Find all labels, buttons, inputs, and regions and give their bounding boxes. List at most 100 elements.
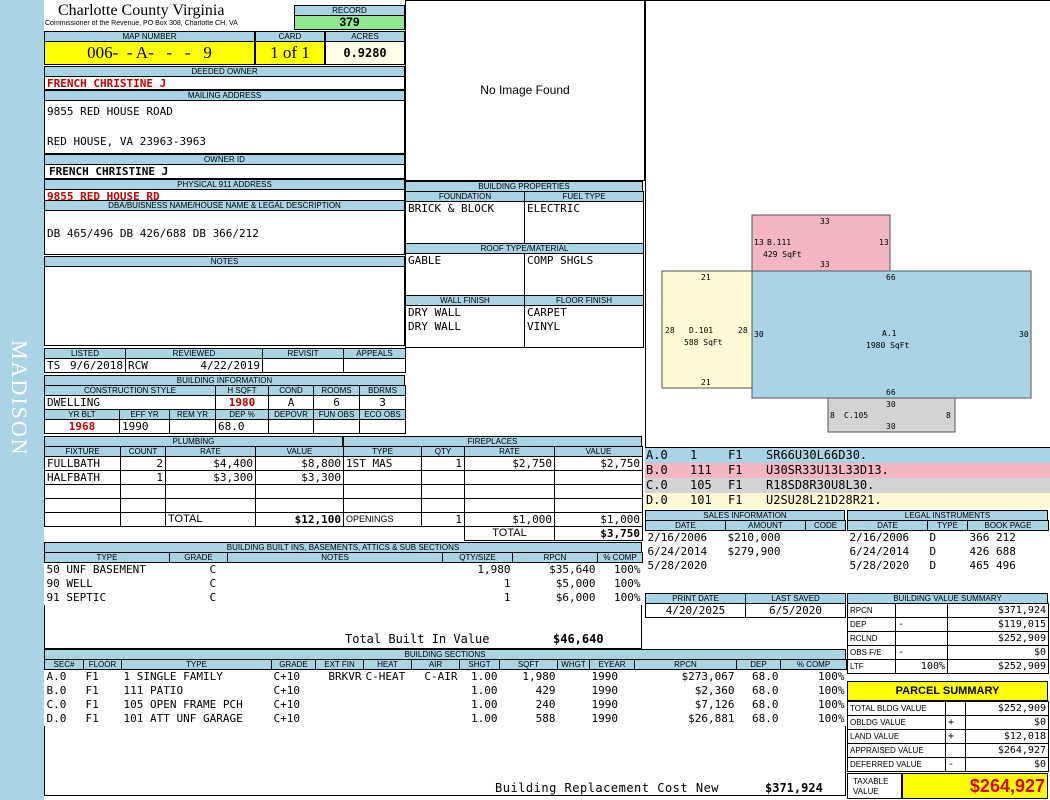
mailing-address-box: 9855 RED HOUSE ROAD RED HOUSE, VA 23963-… <box>44 100 405 154</box>
table-row: 2/16/2006 D 366 212 <box>848 531 1049 545</box>
sec-shgt: 1.00 <box>471 698 498 711</box>
built-ins-block: BUILDING BUILT INS, BASEMENTS, ATTICS & … <box>44 542 643 649</box>
rooms-header: ROOMS <box>313 385 361 396</box>
sec-sqft: 588 <box>535 712 556 725</box>
sec-h-extfin: EXT FIN <box>315 659 364 670</box>
parcel-row: DEFERRED VALUE - $0 <box>847 757 1049 772</box>
sec-rpcn: $2,360 <box>694 684 735 697</box>
reviewed-by: RCW <box>128 359 148 372</box>
effyr-value: 1990 <box>119 419 170 434</box>
sec-air <box>412 698 460 712</box>
sales-h-amount: AMOUNT <box>725 520 806 531</box>
sec-comp: 100% <box>818 698 845 711</box>
ecoobs-header: ECO OBS <box>359 409 407 420</box>
bi-h-type: TYPE <box>44 552 170 563</box>
sketch-code-row: A.0 1 F1 SR66U30L66D30. <box>645 448 1050 463</box>
county-header: Charlotte County Virginia Commissioner o… <box>44 0 294 31</box>
openings-label: OPENINGS <box>343 512 422 527</box>
replacement-cost-label: Building Replacement Cost New <box>495 780 720 795</box>
replacement-cost-value: $371,924 <box>765 780 823 795</box>
summary-row: DEP - $119,015 <box>847 617 1049 632</box>
listed-by: TS <box>47 359 61 372</box>
sec-h-sec: SEC# <box>44 659 84 670</box>
sec-sqft: 1,980 <box>522 670 556 684</box>
map-card-acres: MAP NUMBER 006- - A- - - 9 CARD 1 of 1 A… <box>44 31 405 65</box>
sec-floor: F1 <box>85 712 99 725</box>
bi-comp: 100% <box>614 563 641 577</box>
code-n: 105 <box>690 478 712 492</box>
sec-eyear: 1990 <box>591 684 619 697</box>
building-sketch: 33 33 13 13 B.111 429 SqFt 21 21 28 28 D… <box>645 0 1050 448</box>
summary-sign: - <box>895 645 948 660</box>
sec-whgt <box>558 698 590 712</box>
sketch-a-area: 1980 SqFt <box>866 341 910 350</box>
fire-total-label: TOTAL <box>464 526 555 541</box>
sec-extfin <box>316 698 364 712</box>
listed-cell: TS 9/6/2018 <box>44 358 126 373</box>
foundation-value: BRICK & BLOCK <box>405 201 525 244</box>
legal-bookpage: 426 688 <box>969 545 1016 558</box>
parcel-value: $264,927 <box>965 743 1049 758</box>
table-row <box>343 498 643 513</box>
summary-value: $119,015 <box>947 617 1049 632</box>
legal-label: LEGAL INSTRUMENTS <box>847 510 1048 520</box>
sketch-b-top: 33 <box>820 217 830 226</box>
table-row: 5/28/2020 <box>646 559 846 573</box>
bi-qty: 1,980 <box>477 563 511 577</box>
sketch-d-bottom: 21 <box>701 378 711 387</box>
review-block: LISTED REVIEWED REVISIT APPEALS TS 9/6/2018 … <box>44 348 406 373</box>
building-info-label: BUILDING INFORMATION <box>44 375 405 385</box>
built-ins-table: TYPE GRADE NOTES QTY/SIZE RPCN% COMP 50 UNF … <box>44 552 643 605</box>
code-text: R18SD8R30U8L30. <box>766 478 875 492</box>
side-bar: MADISON <box>0 0 44 800</box>
plumbing-block: PLUMBING FIXTURE COUNT RATE VALUE FULLBATH 2… <box>44 436 344 527</box>
parcel-label: LAND VALUE <box>847 729 946 744</box>
bi-qty: 1 <box>503 591 511 604</box>
fire-h-rate: RATE <box>464 446 555 457</box>
appeals-cell <box>343 358 406 373</box>
summary-sign: - <box>895 617 948 632</box>
sec-heat <box>364 698 412 712</box>
legal-bookpage: 366 212 <box>969 531 1016 545</box>
sec-dep: 68.0 <box>752 684 779 697</box>
dba-block: DBA/BUISNESS NAME/HOUSE NAME & LEGAL DES… <box>44 200 405 255</box>
sec-eyear: 1990 <box>591 698 619 711</box>
sec-comp: 100% <box>818 670 845 684</box>
code-f: F1 <box>728 493 743 507</box>
last-saved-value: 6/5/2020 <box>745 603 846 618</box>
sec-grade: C+10 <box>273 712 301 725</box>
fire-h-type: TYPE <box>343 446 422 457</box>
sale-date: 5/28/2020 <box>647 559 708 572</box>
taxable-value: $264,927 <box>902 773 1048 799</box>
sketch-d-top: 21 <box>701 273 711 282</box>
sale-date: 2/16/2006 <box>647 531 708 545</box>
sketch-d-right: 28 <box>738 326 748 335</box>
sec-rpcn: $26,881 <box>688 712 735 725</box>
depovr-value <box>268 419 315 434</box>
sec-extfin <box>316 684 364 698</box>
table-row: 50 UNF BASEMENT C 1,980 $35,640 100% <box>45 563 643 577</box>
bi-notes <box>228 577 443 591</box>
fire-h-qty: QTY <box>421 446 465 457</box>
hsqft-header: H SQFT <box>215 385 270 396</box>
parcel-row: OBLDG VALUE + $0 <box>847 715 1049 730</box>
dep-value: 68.0 <box>215 419 270 434</box>
summary-value: $0 <box>947 645 1049 660</box>
sec-type: 101 ATT UNF GARAGE <box>123 712 243 725</box>
remyr-value <box>168 419 217 434</box>
sec-floor: F1 <box>85 698 99 711</box>
sec-shgt: 1.00 <box>471 712 498 725</box>
sections-footer: Building Replacement Cost New $371,924 <box>44 725 846 796</box>
hsqft-value: 1980 <box>215 395 270 410</box>
acres-value: 0.9280 <box>325 41 405 65</box>
sec-extfin: BRKVR <box>328 670 362 684</box>
built-in-total: $46,640 <box>553 631 604 646</box>
sec-floor: F1 <box>85 684 99 697</box>
sketch-c-left: 8 <box>830 411 835 420</box>
sec-id: D.0 <box>46 712 67 725</box>
sec-rpcn: $7,126 <box>694 698 735 711</box>
parcel-value: $0 <box>965 757 1049 772</box>
sec-h-grade: GRADE <box>271 659 316 670</box>
funobs-header: FUN OBS <box>313 409 361 420</box>
roof-type: GABLE <box>405 253 525 296</box>
